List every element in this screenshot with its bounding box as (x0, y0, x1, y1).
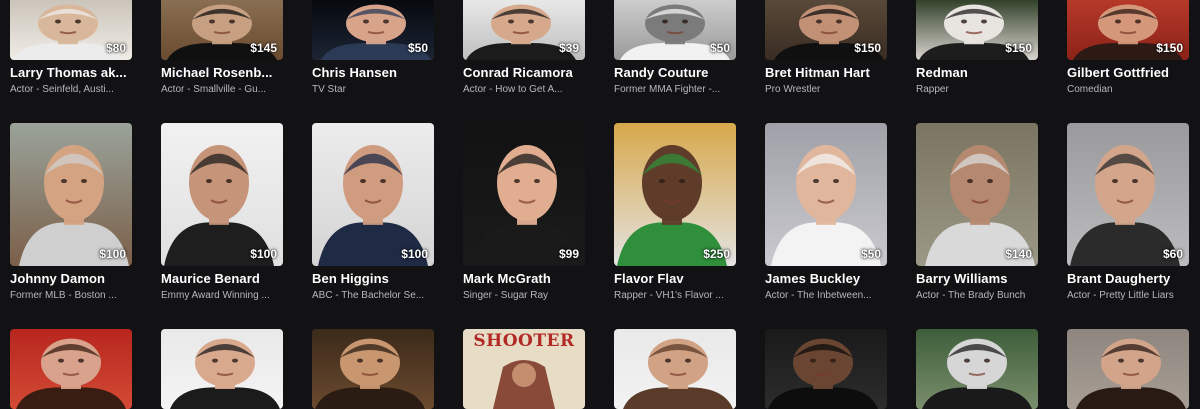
celebrity-photo[interactable]: $50 (312, 0, 434, 60)
celebrity-photo[interactable]: $99 (463, 123, 585, 266)
celebrity-description: ABC - The Bachelor Se... (312, 290, 425, 301)
celebrity-photo[interactable]: $100 (312, 123, 434, 266)
celebrity-description: Actor - How to Get A... (463, 84, 563, 95)
celebrity-name[interactable]: James Buckley (765, 271, 889, 286)
celebrity-description: Pro Wrestler (765, 84, 821, 95)
price-badge: $145 (250, 41, 277, 55)
celebrity-photo[interactable] (614, 329, 736, 409)
celebrity-photo[interactable] (10, 329, 132, 409)
celebrity-photo[interactable]: $100 (161, 123, 283, 266)
price-badge: $50 (709, 41, 730, 55)
celebrity-name[interactable]: Barry Williams (916, 271, 1040, 286)
celebrity-description: Comedian (1067, 84, 1113, 95)
celebrity-description: Singer - Sugar Ray (463, 290, 549, 301)
celebrity-name[interactable]: Michael Rosenb... (161, 65, 285, 80)
celebrity-name[interactable]: Ben Higgins (312, 271, 436, 286)
celebrity-photo[interactable]: $50 (765, 123, 887, 266)
celebrity-photo[interactable]: $100 (10, 123, 132, 266)
celebrity-photo[interactable] (765, 329, 887, 409)
price-badge: $50 (407, 41, 428, 55)
celebrity-photo[interactable] (916, 329, 1038, 409)
celebrity-name[interactable]: Conrad Ricamora (463, 65, 587, 80)
celebrity-description: Actor - The Brady Bunch (916, 290, 1026, 301)
poster-title: SHOOTER (473, 331, 575, 351)
celebrity-name[interactable]: Gilbert Gottfried (1067, 65, 1191, 80)
celebrity-photo[interactable]: $80 (10, 0, 132, 60)
celebrity-photo[interactable]: $150 (1067, 0, 1189, 60)
celebrity-description: Former MLB - Boston ... (10, 290, 117, 301)
celebrity-photo[interactable]: $145 (161, 0, 283, 60)
price-badge: $140 (1005, 247, 1032, 261)
celebrity-description: Rapper - VH1's Flavor ... (614, 290, 724, 301)
celebrity-name[interactable]: Redman (916, 65, 1040, 80)
celebrity-name[interactable]: Flavor Flav (614, 271, 738, 286)
celebrity-photo[interactable]: $250 (614, 123, 736, 266)
celebrity-photo[interactable]: $150 (765, 0, 887, 60)
celebrity-photo[interactable]: SHOOTER (463, 329, 585, 409)
celebrity-name[interactable]: Johnny Damon (10, 271, 134, 286)
celebrity-photo[interactable] (161, 329, 283, 409)
price-badge: $99 (558, 247, 579, 261)
price-badge: $60 (1162, 247, 1183, 261)
price-badge: $50 (860, 247, 881, 261)
celebrity-description: Emmy Award Winning ... (161, 290, 270, 301)
celebrity-name[interactable]: Chris Hansen (312, 65, 436, 80)
celebrity-name[interactable]: Larry Thomas ak... (10, 65, 134, 80)
celebrity-description: Actor - Pretty Little Liars (1067, 290, 1174, 301)
celebrity-description: Former MMA Fighter -... (614, 84, 721, 95)
celebrity-description: Rapper (916, 84, 949, 95)
celebrity-photo[interactable] (312, 329, 434, 409)
celebrity-photo[interactable]: $60 (1067, 123, 1189, 266)
price-badge: $250 (703, 247, 730, 261)
price-badge: $39 (558, 41, 579, 55)
celebrity-grid: $80 Larry Thomas ak... Actor - Seinfeld, A… (0, 0, 1200, 409)
price-badge: $150 (1156, 41, 1183, 55)
celebrity-photo[interactable]: $150 (916, 0, 1038, 60)
celebrity-name[interactable]: Mark McGrath (463, 271, 587, 286)
celebrity-photo[interactable]: $140 (916, 123, 1038, 266)
celebrity-description: Actor - The Inbetween... (765, 290, 872, 301)
celebrity-description: TV Star (312, 84, 346, 95)
celebrity-photo[interactable]: $39 (463, 0, 585, 60)
price-badge: $150 (1005, 41, 1032, 55)
celebrity-description: Actor - Smallville - Gu... (161, 84, 267, 95)
price-badge: $100 (250, 247, 277, 261)
celebrity-name[interactable]: Brant Daugherty (1067, 271, 1191, 286)
celebrity-name[interactable]: Randy Couture (614, 65, 738, 80)
price-badge: $150 (854, 41, 881, 55)
celebrity-name[interactable]: Maurice Benard (161, 271, 285, 286)
celebrity-description: Actor - Seinfeld, Austi... (10, 84, 114, 95)
price-badge: $100 (401, 247, 428, 261)
price-badge: $80 (105, 41, 126, 55)
price-badge: $100 (99, 247, 126, 261)
celebrity-photo[interactable]: $50 (614, 0, 736, 60)
celebrity-name[interactable]: Bret Hitman Hart (765, 65, 889, 80)
celebrity-photo[interactable] (1067, 329, 1189, 409)
